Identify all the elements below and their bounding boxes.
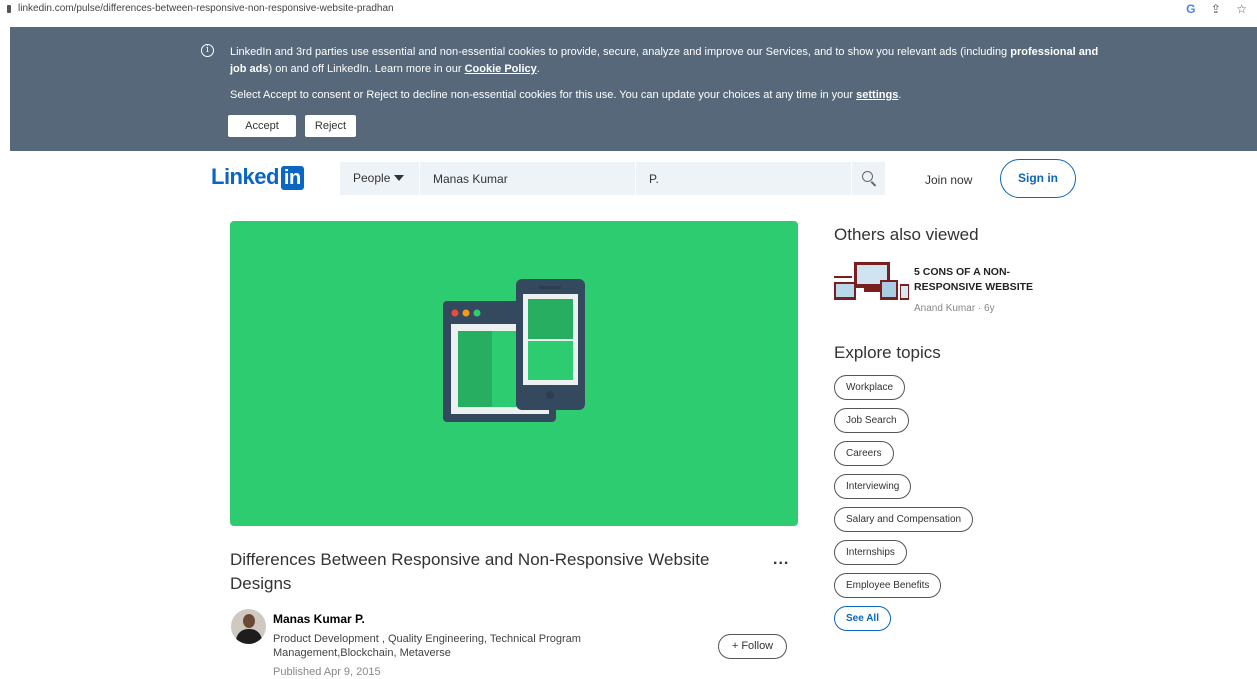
first-name-input[interactable]: Manas Kumar bbox=[419, 162, 635, 195]
google-icon[interactable]: G bbox=[1186, 2, 1195, 16]
topic-pill[interactable]: Careers bbox=[834, 441, 894, 466]
linkedin-logo[interactable]: Linked in bbox=[211, 164, 304, 190]
join-now-link[interactable]: Join now bbox=[925, 173, 972, 187]
cookie-settings-link[interactable]: settings bbox=[856, 89, 898, 101]
share-icon[interactable]: ⇪ bbox=[1211, 2, 1221, 16]
caret-down-icon bbox=[394, 175, 405, 181]
topic-pill[interactable]: Job Search bbox=[834, 408, 909, 433]
others-also-viewed-heading: Others also viewed bbox=[834, 225, 979, 244]
author-headline: Product Development , Quality Engineerin… bbox=[273, 633, 581, 659]
accept-button[interactable]: Accept bbox=[228, 115, 296, 137]
reject-button[interactable]: Reject bbox=[305, 115, 356, 137]
see-all-topics-button[interactable]: See All bbox=[834, 606, 891, 631]
topic-pill[interactable]: Employee Benefits bbox=[834, 573, 942, 598]
url-text[interactable]: linkedin.com/pulse/differences-between-r… bbox=[18, 3, 394, 14]
article-hero-image bbox=[230, 221, 798, 526]
author-name[interactable]: Manas Kumar P. bbox=[273, 612, 365, 626]
cookie-banner: i LinkedIn and 3rd parties use essential… bbox=[10, 27, 1257, 151]
more-options-icon[interactable]: ... bbox=[773, 551, 789, 569]
related-article-meta: Anand Kumar · 6y bbox=[914, 303, 995, 314]
related-article-title[interactable]: 5 CONS OF A NON-RESPONSIVE WEBSITE bbox=[914, 265, 1044, 295]
lock-icon bbox=[7, 5, 11, 13]
article-title: Differences Between Responsive and Non-R… bbox=[230, 550, 710, 593]
search-icon bbox=[862, 171, 873, 182]
address-bar[interactable]: linkedin.com/pulse/differences-between-r… bbox=[0, 0, 1257, 20]
topic-pill[interactable]: Interviewing bbox=[834, 474, 912, 499]
search-scope-dropdown[interactable]: People bbox=[340, 162, 418, 195]
author-avatar[interactable] bbox=[231, 609, 266, 644]
cookie-policy-link[interactable]: Cookie Policy bbox=[465, 63, 537, 75]
cookie-consent-text: Select Accept to consent or Reject to de… bbox=[230, 89, 902, 101]
last-name-input[interactable]: P. bbox=[635, 162, 851, 195]
cookie-notice-text: LinkedIn and 3rd parties use essential a… bbox=[230, 46, 1099, 75]
sign-in-button[interactable]: Sign in bbox=[1000, 159, 1076, 198]
topic-pill[interactable]: Internships bbox=[834, 540, 907, 565]
topic-pill[interactable]: Salary and Compensation bbox=[834, 507, 974, 532]
related-article-thumbnail[interactable] bbox=[834, 260, 910, 303]
star-icon[interactable]: ☆ bbox=[1236, 2, 1247, 16]
explore-topics-heading: Explore topics bbox=[834, 343, 941, 362]
follow-button[interactable]: + Follow bbox=[718, 634, 787, 659]
search-button[interactable] bbox=[851, 162, 885, 195]
info-icon: i bbox=[201, 44, 214, 57]
responsive-devices-illustration bbox=[443, 279, 585, 422]
browser-tools: G ⇪ ☆ bbox=[1174, 2, 1247, 16]
people-search: People Manas Kumar P. bbox=[340, 162, 885, 195]
topic-pill[interactable]: Workplace bbox=[834, 375, 906, 400]
published-date: Published Apr 9, 2015 bbox=[273, 666, 381, 678]
